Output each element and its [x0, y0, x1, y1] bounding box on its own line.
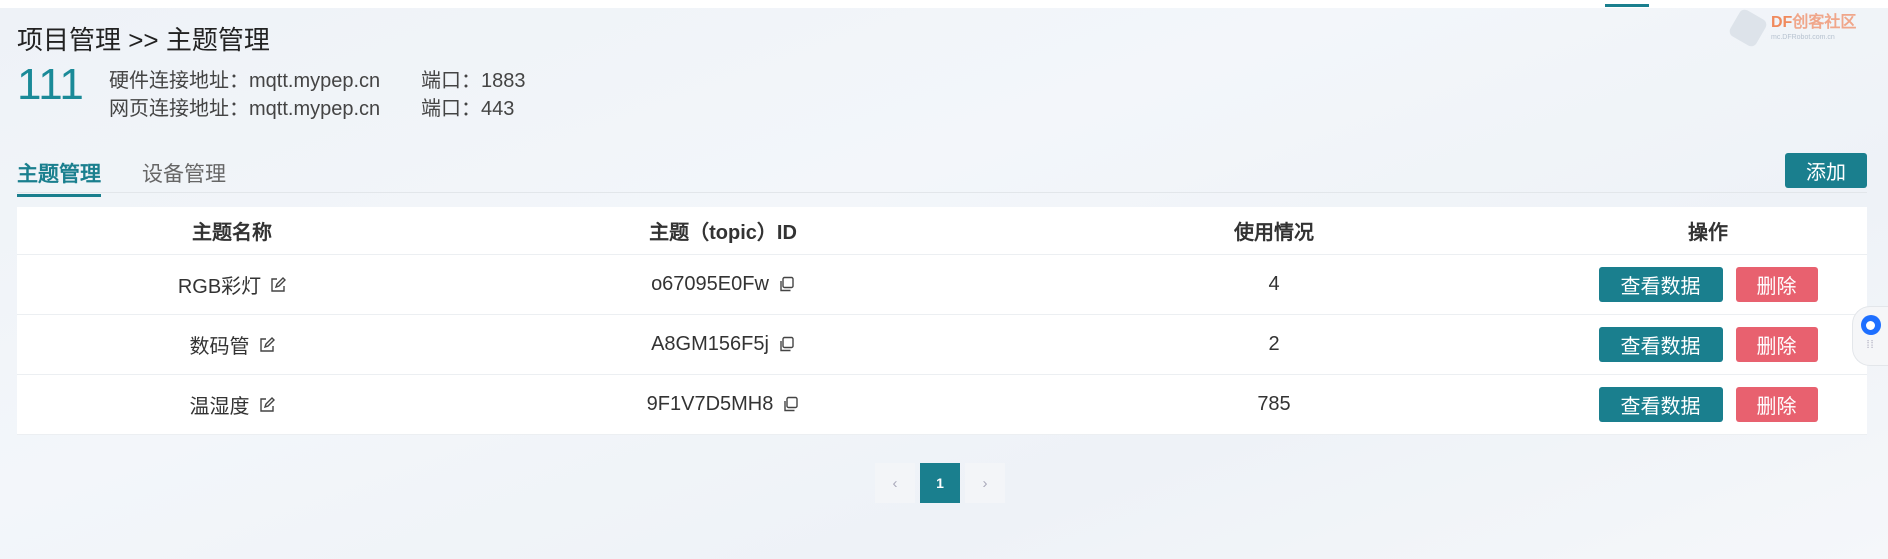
view-data-button[interactable]: 查看数据 — [1598, 327, 1723, 362]
usage-count: 4 — [1268, 273, 1280, 295]
topic-table: 主题名称 主题（topic）ID 使用情况 操作 RGB彩灯 o67095E0F… — [17, 207, 1867, 435]
header-actions: 操作 — [1688, 222, 1728, 244]
delete-button[interactable]: 删除 — [1735, 387, 1818, 422]
chat-bubble-icon[interactable] — [1860, 315, 1881, 335]
topic-id: o67095E0Fw — [651, 273, 769, 295]
topic-name-cell: 温湿度 — [17, 390, 447, 419]
watermark-brand: 创客社区 — [1792, 14, 1857, 31]
header-usage: 使用情况 — [1234, 222, 1314, 244]
copy-icon[interactable] — [782, 396, 799, 413]
actions-cell: 查看数据 删除 — [1549, 267, 1867, 302]
topic-id: A8GM156F5j — [651, 333, 769, 355]
pagination: ‹ 1 › — [875, 463, 1005, 503]
topic-id: 9F1V7D5MH8 — [646, 393, 774, 415]
delete-button[interactable]: 删除 — [1735, 327, 1818, 362]
top-strip — [0, 0, 1888, 8]
edit-icon[interactable] — [259, 336, 275, 353]
topic-name: 温湿度 — [189, 396, 250, 418]
web-connection-info: 网页连接地址：mqtt.mypep.cn 端口：443 — [109, 92, 514, 121]
web-port: 端口：443 — [421, 98, 515, 120]
hardware-address: 硬件连接地址：mqtt.mypep.cn — [109, 70, 381, 92]
topic-name-cell: RGB彩灯 — [17, 270, 447, 299]
page-1-button[interactable]: 1 — [920, 463, 960, 503]
table-row: 温湿度 9F1V7D5MH8 785 查看数据 删除 — [17, 375, 1867, 435]
floating-assistant-widget[interactable]: ⁞⁞ — [1852, 306, 1888, 366]
tabs-divider — [17, 192, 1867, 193]
dfrobot-watermark: DF创客社区 mc.DFRobot.com.cn — [1727, 7, 1883, 49]
header-topic-id: 主题（topic）ID — [649, 222, 797, 244]
web-address: 网页连接地址：mqtt.mypep.cn — [109, 98, 381, 120]
delete-button[interactable]: 删除 — [1735, 267, 1818, 302]
next-page-button[interactable]: › — [965, 463, 1005, 503]
usage-count: 785 — [1257, 393, 1291, 415]
header-topic-name: 主题名称 — [192, 222, 272, 244]
topic-id-cell: A8GM156F5j — [447, 333, 999, 356]
topic-name-cell: 数码管 — [17, 330, 447, 359]
add-button[interactable]: 添加 — [1785, 153, 1867, 188]
view-data-button[interactable]: 查看数据 — [1598, 267, 1723, 302]
edit-icon[interactable] — [259, 396, 275, 413]
table-header: 主题名称 主题（topic）ID 使用情况 操作 — [17, 207, 1867, 255]
topic-name: 数码管 — [189, 336, 250, 358]
breadcrumb: 项目管理 >> 主题管理 — [17, 25, 270, 55]
drag-handle-icon[interactable]: ⁞⁞ — [1866, 339, 1874, 351]
hardware-connection-info: 硬件连接地址：mqtt.mypep.cn 端口：1883 — [109, 64, 526, 93]
actions-cell: 查看数据 删除 — [1549, 327, 1867, 362]
table-row: RGB彩灯 o67095E0Fw 4 查看数据 删除 — [17, 255, 1867, 315]
watermark-df: DF — [1771, 14, 1793, 31]
active-nav-indicator — [1605, 4, 1649, 7]
actions-cell: 查看数据 删除 — [1549, 387, 1867, 422]
table-row: 数码管 A8GM156F5j 2 查看数据 删除 — [17, 315, 1867, 375]
hardware-port: 端口：1883 — [421, 70, 526, 92]
topic-id-cell: 9F1V7D5MH8 — [447, 393, 999, 416]
edit-icon[interactable] — [270, 276, 287, 293]
view-data-button[interactable]: 查看数据 — [1598, 387, 1723, 422]
copy-icon[interactable] — [778, 336, 795, 353]
topic-name: RGB彩灯 — [177, 276, 262, 298]
project-id: 111 — [17, 60, 84, 109]
usage-count: 2 — [1268, 333, 1280, 355]
watermark-url: mc.DFRobot.com.cn — [1771, 34, 1835, 41]
dfrobot-logo-icon — [1727, 7, 1769, 49]
topic-id-cell: o67095E0Fw — [447, 273, 999, 296]
copy-icon[interactable] — [778, 276, 795, 293]
prev-page-button[interactable]: ‹ — [875, 463, 915, 503]
